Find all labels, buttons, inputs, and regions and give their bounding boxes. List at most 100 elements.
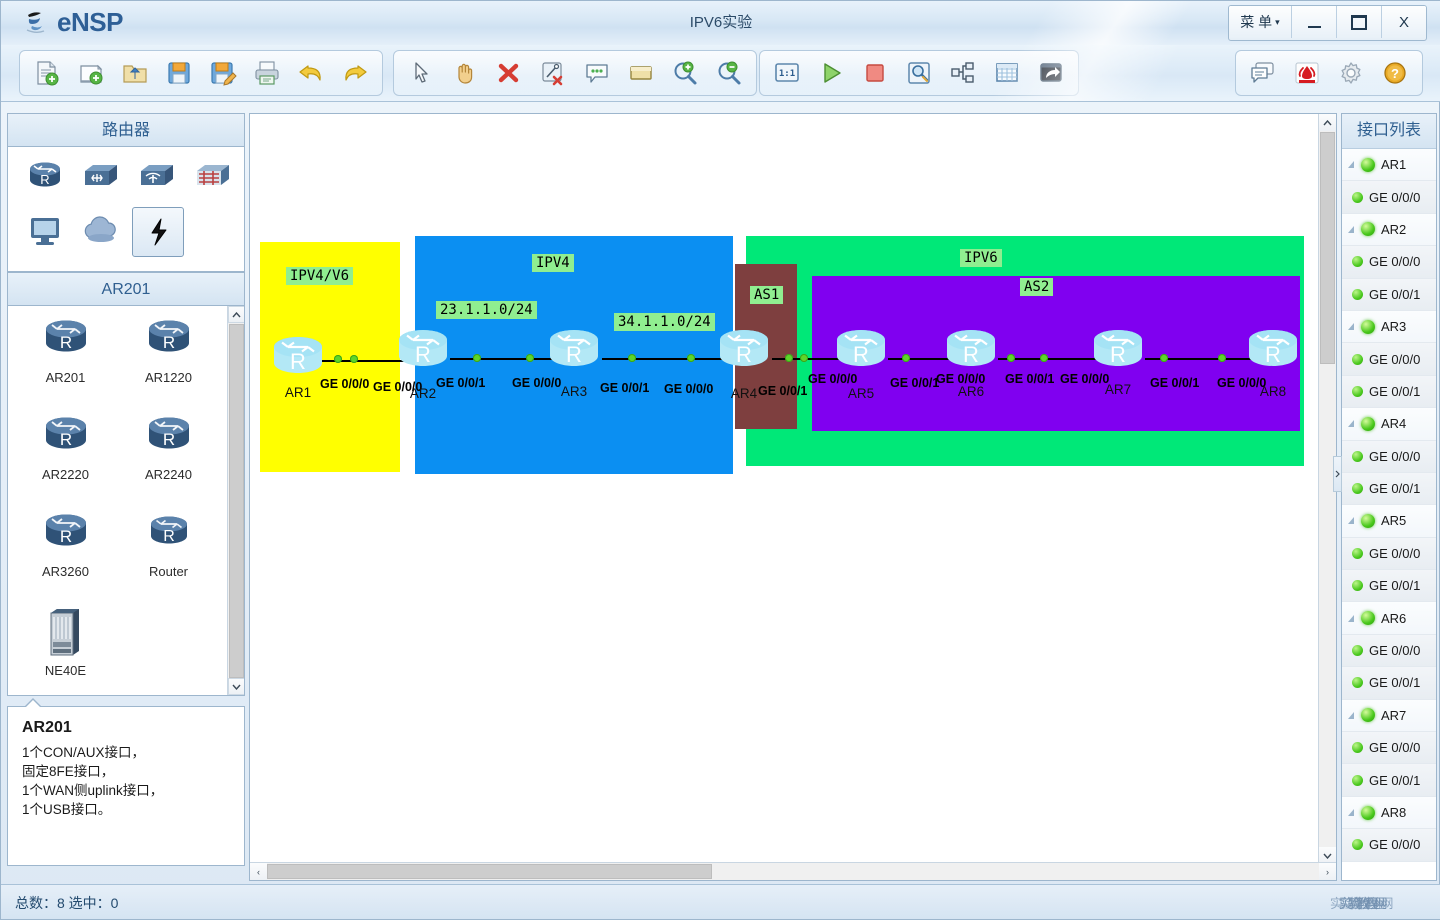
interface-device-row[interactable]: AR4	[1342, 408, 1436, 441]
help-icon[interactable]: ?	[1373, 53, 1417, 93]
router-node-ar4[interactable]: R AR4	[713, 326, 775, 401]
connection-category-icon[interactable]	[132, 207, 184, 257]
maximize-button[interactable]	[1337, 6, 1382, 38]
new-page-icon[interactable]	[69, 53, 113, 93]
interface-device-row[interactable]: AR5	[1342, 505, 1436, 538]
collapse-triangle-icon[interactable]	[1348, 323, 1354, 331]
zone-label-ipv4[interactable]: IPV4	[532, 254, 574, 272]
router-category-icon[interactable]: R	[20, 153, 70, 201]
zone-label-as1[interactable]: AS1	[750, 286, 784, 304]
remove-link-icon[interactable]	[531, 53, 575, 93]
device-list-scrollbar[interactable]	[227, 306, 244, 695]
device-item-ar3260[interactable]: R AR3260	[14, 508, 117, 605]
router-node-ar7[interactable]: R AR7	[1087, 326, 1149, 397]
select-pointer-icon[interactable]	[399, 53, 443, 93]
zone-label-ipv6[interactable]: IPV6	[960, 249, 1002, 267]
close-button[interactable]: X	[1382, 6, 1426, 38]
grid-icon[interactable]	[985, 53, 1029, 93]
canvas-scroll-up-button[interactable]	[1319, 114, 1336, 131]
interface-port-row[interactable]: GE 0/0/1	[1342, 667, 1436, 700]
menu-button[interactable]: 菜 单 ▾	[1229, 6, 1292, 38]
hscroll-thumb[interactable]	[267, 864, 712, 879]
canvas-scroll-thumb[interactable]	[1320, 132, 1335, 364]
wlan-category-icon[interactable]	[132, 153, 182, 201]
print-icon[interactable]	[245, 53, 289, 93]
interface-port-row[interactable]: GE 0/0/0	[1342, 732, 1436, 765]
interface-device-row[interactable]: AR2	[1342, 213, 1436, 247]
interface-port-row[interactable]: GE 0/0/0	[1342, 181, 1436, 214]
interface-port-row[interactable]: GE 0/0/1	[1342, 570, 1436, 603]
new-topology-icon[interactable]	[25, 53, 69, 93]
router-node-ar8[interactable]: R AR8	[1242, 326, 1304, 399]
minimize-button[interactable]	[1292, 6, 1337, 38]
scroll-down-button[interactable]	[228, 678, 244, 695]
link-ar2-ar3[interactable]	[450, 358, 558, 360]
start-device-icon[interactable]	[809, 53, 853, 93]
switch-category-icon[interactable]	[76, 153, 126, 201]
rectangle-shape-icon[interactable]	[619, 53, 663, 93]
zone-label-as2[interactable]: AS2	[1020, 278, 1054, 296]
chat-icon[interactable]	[1241, 53, 1285, 93]
topology-canvas[interactable]: IPV4/V6 IPV4 IPV6 AS1 AS2 23.1.1.0/24 34…	[250, 114, 1320, 861]
interface-port-row[interactable]: GE 0/0/0	[1342, 829, 1436, 862]
hscroll-right-button[interactable]: ›	[1319, 863, 1336, 880]
interface-device-row[interactable]: AR3	[1342, 310, 1436, 344]
collapse-triangle-icon[interactable]	[1348, 420, 1354, 428]
interface-port-row[interactable]: GE 0/0/0	[1342, 440, 1436, 473]
interface-port-row[interactable]: GE 0/0/0	[1342, 246, 1436, 279]
undo-icon[interactable]	[289, 53, 333, 93]
huawei-logo-icon[interactable]	[1285, 53, 1329, 93]
interface-port-row[interactable]: GE 0/0/1	[1342, 472, 1436, 506]
collapse-triangle-icon[interactable]	[1348, 711, 1354, 719]
device-item-ar201[interactable]: R AR201	[14, 314, 117, 411]
topology-tree-icon[interactable]	[941, 53, 985, 93]
hscroll-left-button[interactable]: ‹	[250, 863, 267, 880]
router-node-ar6[interactable]: R AR6	[940, 326, 1002, 399]
device-item-router[interactable]: R Router	[117, 508, 220, 605]
interface-port-row[interactable]: GE 0/0/0	[1342, 537, 1436, 571]
interface-device-row[interactable]: AR8	[1342, 796, 1436, 830]
zone-label-ipv4v6[interactable]: IPV4/V6	[286, 267, 354, 285]
router-node-ar5[interactable]: R AR5	[830, 326, 892, 401]
device-item-ar2220[interactable]: R AR2220	[14, 411, 117, 508]
collapse-triangle-icon[interactable]	[1348, 225, 1354, 233]
firewall-category-icon[interactable]	[188, 153, 238, 201]
interface-port-row[interactable]: GE 0/0/0	[1342, 634, 1436, 668]
open-folder-icon[interactable]	[113, 53, 157, 93]
interface-port-row[interactable]: GE 0/0/1	[1342, 764, 1436, 797]
packet-capture-icon[interactable]	[897, 53, 941, 93]
device-item-ar1220[interactable]: R AR1220	[117, 314, 220, 411]
collapse-triangle-icon[interactable]	[1348, 161, 1354, 169]
redo-icon[interactable]	[333, 53, 377, 93]
comment-icon[interactable]	[575, 53, 619, 93]
interface-device-row[interactable]: AR1	[1342, 149, 1436, 182]
interface-port-row[interactable]: GE 0/0/1	[1342, 375, 1436, 409]
zoom-reset-icon[interactable]: 1:1	[765, 53, 809, 93]
router-node-ar1[interactable]: R AR1	[267, 333, 329, 400]
scroll-thumb[interactable]	[229, 324, 244, 678]
terminal-category-icon[interactable]	[20, 207, 70, 255]
collapse-triangle-icon[interactable]	[1348, 614, 1354, 622]
device-item-ne40e[interactable]: NE40E	[14, 605, 117, 695]
interface-port-row[interactable]: GE 0/0/1	[1342, 278, 1436, 311]
panel-splitter-handle[interactable]	[1333, 456, 1342, 492]
zoom-out-icon[interactable]	[707, 53, 751, 93]
restore-window-icon[interactable]	[1029, 53, 1073, 93]
interface-device-row[interactable]: AR6	[1342, 602, 1436, 635]
collapse-triangle-icon[interactable]	[1348, 517, 1354, 525]
save-icon[interactable]	[157, 53, 201, 93]
interface-device-row[interactable]: AR7	[1342, 699, 1436, 733]
save-as-icon[interactable]	[201, 53, 245, 93]
stop-device-icon[interactable]	[853, 53, 897, 93]
topology-canvas-area[interactable]: IPV4/V6 IPV4 IPV6 AS1 AS2 23.1.1.0/24 34…	[249, 113, 1337, 881]
cloud-category-icon[interactable]	[76, 207, 126, 255]
network-label-34[interactable]: 34.1.1.0/24	[614, 313, 715, 331]
zoom-in-icon[interactable]	[663, 53, 707, 93]
delete-icon[interactable]	[487, 53, 531, 93]
settings-gear-icon[interactable]	[1329, 53, 1373, 93]
hand-pan-icon[interactable]	[443, 53, 487, 93]
scroll-up-button[interactable]	[228, 306, 244, 323]
link-ar3-ar4[interactable]	[602, 358, 727, 360]
network-label-23[interactable]: 23.1.1.0/24	[436, 301, 537, 319]
canvas-horizontal-scrollbar[interactable]: ‹ ›	[250, 862, 1336, 880]
